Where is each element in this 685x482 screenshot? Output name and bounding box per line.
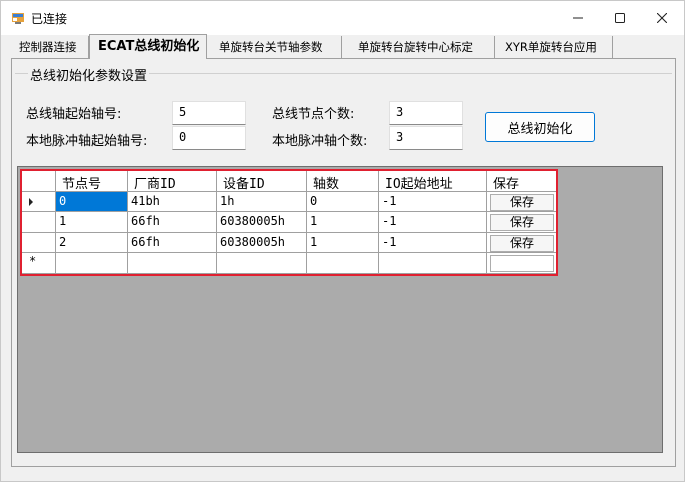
tab-ecat-bus-init[interactable]: ECAT总线初始化 [89,34,207,59]
column-header-io-start[interactable]: IO起始地址 [379,171,487,192]
bus-node-count-input[interactable]: 3 [389,101,463,125]
window-title: 已连接 [31,12,68,26]
close-icon [657,13,667,23]
save-button[interactable]: 保存 [490,234,554,252]
status-strip [1,473,684,481]
tab-joint-axis-params[interactable]: 单旋转台关节轴参数 [209,36,342,58]
cell-vendor-id[interactable] [128,253,217,274]
tab-controller-connect[interactable]: 控制器连接 [11,36,89,58]
row-header[interactable] [22,232,56,253]
local-pulse-count-input[interactable]: 3 [389,126,463,150]
cell-save: 保存 [487,212,556,233]
cell-device-id[interactable]: 60380005h [217,232,307,253]
minimize-button[interactable] [556,1,600,35]
row-header[interactable] [22,191,56,212]
maximize-button[interactable] [598,1,642,35]
table-row[interactable]: 1 66fh 60380005h 1 -1 保存 [22,212,556,233]
cell-axis-count[interactable]: 1 [307,232,379,253]
bus-axis-start-label: 总线轴起始轴号: [26,107,122,122]
app-window: 已连接 控制器连接 ECAT总线初始化 单旋转台关节轴参数 单旋转台旋转中心标定… [0,0,685,482]
cell-node[interactable]: 1 [56,212,128,233]
tab-label: 单旋转台旋转中心标定 [358,40,473,54]
current-row-arrow-icon [29,197,33,206]
row-header[interactable] [22,212,56,233]
cell-device-id[interactable]: 1h [217,191,307,212]
row-header-corner [22,171,56,192]
cell-io-start[interactable]: -1 [379,212,487,233]
cell-device-id[interactable] [217,253,307,274]
tab-label: XYR单旋转台应用 [505,40,597,54]
tab-strip: 控制器连接 ECAT总线初始化 单旋转台关节轴参数 单旋转台旋转中心标定 XYR… [11,34,676,59]
save-button[interactable] [490,255,554,272]
tab-label: 控制器连接 [19,40,77,54]
save-button[interactable]: 保存 [490,214,554,231]
column-header-node[interactable]: 节点号 [56,171,128,192]
bus-axis-start-input[interactable]: 5 [172,101,246,125]
tab-label: ECAT总线初始化 [98,39,200,54]
bus-init-button[interactable]: 总线初始化 [485,112,595,142]
tab-rotation-center-calib[interactable]: 单旋转台旋转中心标定 [342,36,495,58]
table-row[interactable]: 2 66fh 60380005h 1 -1 保存 [22,232,556,253]
app-icon [12,12,24,24]
table-header-row: 节点号 厂商ID 设备ID 轴数 IO起始地址 保存 [22,171,556,192]
local-pulse-count-label: 本地脉冲轴个数: [272,134,368,149]
cell-io-start[interactable]: -1 [379,232,487,253]
table-row[interactable]: 0 41bh 1h 0 -1 保存 [22,191,556,212]
cell-io-start[interactable]: -1 [379,191,487,212]
cell-axis-count[interactable]: 1 [307,212,379,233]
title-bar: 已连接 [1,1,684,35]
cell-node[interactable]: 0 [56,191,128,212]
tab-xyr-application[interactable]: XYR单旋转台应用 [495,36,613,58]
cell-vendor-id[interactable]: 41bh [128,191,217,212]
column-header-save[interactable]: 保存 [487,171,556,192]
column-header-axis-count[interactable]: 轴数 [307,171,379,192]
cell-axis-count[interactable] [307,253,379,274]
minimize-icon [573,17,583,19]
local-pulse-start-label: 本地脉冲轴起始轴号: [26,134,148,149]
save-button[interactable]: 保存 [490,193,554,211]
cell-device-id[interactable]: 60380005h [217,212,307,233]
cell-io-start[interactable] [379,253,487,274]
new-row[interactable]: * [22,253,556,274]
node-table: 节点号 厂商ID 设备ID 轴数 IO起始地址 保存 0 41bh 1h 0 -… [20,169,558,276]
row-header[interactable]: * [22,253,56,274]
tab-page-ecat-init: 总线初始化参数设置 总线轴起始轴号: 5 总线节点个数: 3 本地脉冲轴起始轴号… [11,58,676,467]
column-header-vendor-id[interactable]: 厂商ID [128,171,217,192]
cell-node[interactable] [56,253,128,274]
data-grid-view[interactable]: 节点号 厂商ID 设备ID 轴数 IO起始地址 保存 0 41bh 1h 0 -… [17,166,663,453]
local-pulse-start-input[interactable]: 0 [172,126,246,150]
cell-vendor-id[interactable]: 66fh [128,212,217,233]
group-title: 总线初始化参数设置 [28,65,150,84]
cell-axis-count[interactable]: 0 [307,191,379,212]
close-button[interactable] [640,1,684,35]
column-header-device-id[interactable]: 设备ID [217,171,307,192]
new-row-marker-icon: * [29,254,37,268]
cell-vendor-id[interactable]: 66fh [128,232,217,253]
bus-node-count-label: 总线节点个数: [272,107,355,122]
cell-save [487,253,556,274]
cell-save: 保存 [487,233,556,253]
tab-label: 单旋转台关节轴参数 [219,40,323,54]
cell-node[interactable]: 2 [56,232,128,253]
maximize-icon [615,13,625,23]
cell-save: 保存 [487,192,556,212]
